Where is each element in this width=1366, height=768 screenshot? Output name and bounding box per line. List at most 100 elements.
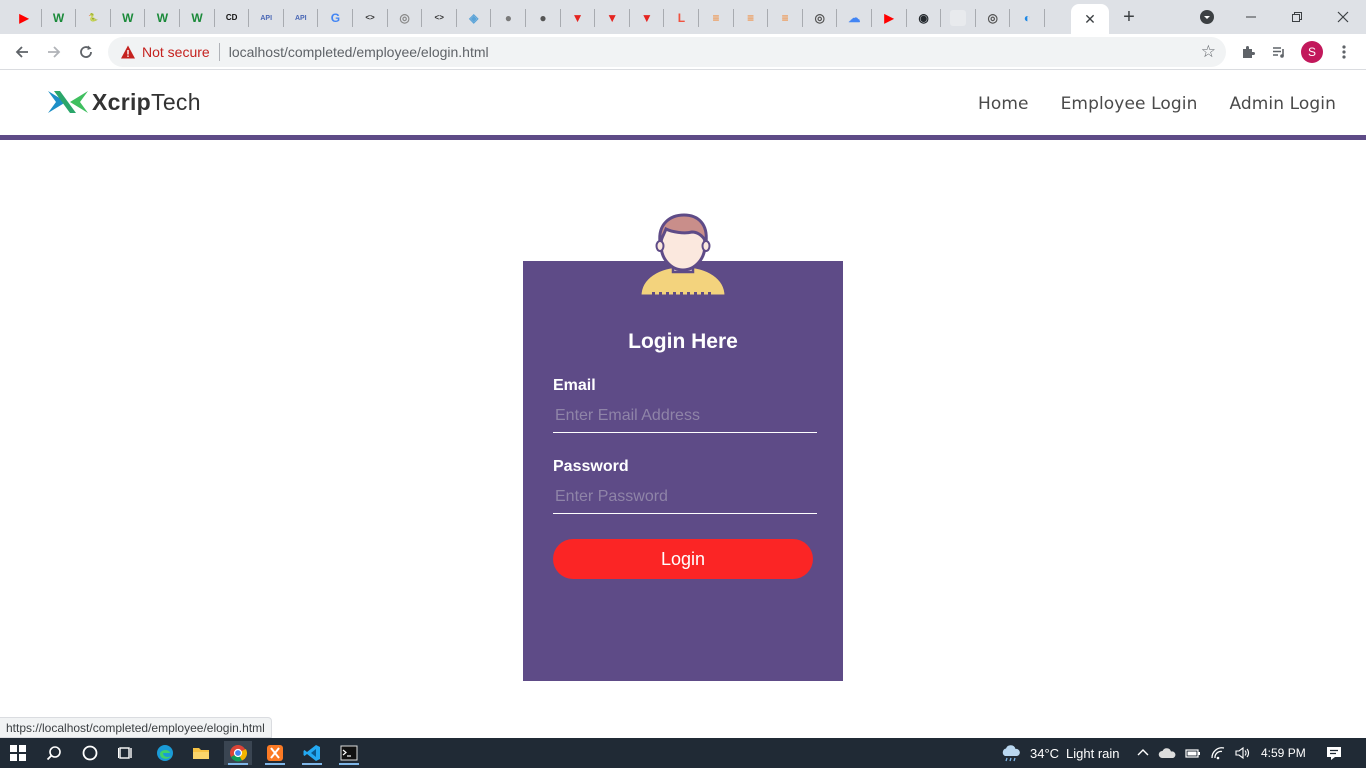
notification-center-button[interactable] [1320, 741, 1348, 765]
browser-tab[interactable]: ≡ [734, 4, 768, 32]
browser-tab[interactable]: ● [526, 4, 560, 32]
close-tab-icon[interactable]: ✕ [1084, 11, 1096, 28]
browser-tab[interactable]: ▶ [872, 4, 906, 32]
browser-tab[interactable]: API [249, 4, 283, 32]
taskbar-chrome[interactable] [224, 741, 252, 765]
browser-tab[interactable]: <> [422, 4, 456, 32]
browser-tab[interactable]: CD [215, 4, 249, 32]
site-nav: Home Employee Login Admin Login [978, 94, 1336, 114]
windows-taskbar: 34°C Light rain 4:59 PM [0, 738, 1366, 768]
email-field[interactable] [553, 399, 817, 433]
browser-tab[interactable]: ▶ [7, 4, 41, 32]
site-header: XcripTech Home Employee Login Admin Logi… [0, 70, 1366, 135]
browser-tab[interactable]: ▼ [595, 4, 629, 32]
battery-icon[interactable] [1184, 746, 1202, 760]
restore-window-button[interactable] [1286, 6, 1308, 28]
back-button[interactable] [10, 40, 34, 64]
browser-tab[interactable]: ◎ [803, 4, 837, 32]
browser-tab[interactable]: API [284, 4, 318, 32]
browser-tab[interactable]: ◈ [457, 4, 491, 32]
xampp-icon [267, 745, 283, 761]
browser-tab[interactable]: W [145, 4, 179, 32]
media-control-button[interactable] [1268, 41, 1290, 63]
onedrive-cloud-icon[interactable] [1158, 746, 1176, 760]
blank-favicon [950, 10, 967, 26]
circle-icon [82, 745, 98, 761]
browser-tab[interactable]: ◎ [976, 4, 1010, 32]
site-logo[interactable]: XcripTech [46, 88, 201, 116]
extensions-button[interactable] [1237, 41, 1259, 63]
browser-tab[interactable]: ≡ [768, 4, 802, 32]
browser-tab[interactable]: ≡ [699, 4, 733, 32]
bookmark-star-icon[interactable]: ☆ [1201, 42, 1216, 62]
login-button[interactable]: Login [553, 539, 813, 579]
browser-tab[interactable]: ● [491, 4, 525, 32]
browser-tab[interactable]: L [664, 4, 698, 32]
security-status[interactable]: Not secure [142, 44, 210, 60]
forward-button[interactable] [42, 40, 66, 64]
browser-tab[interactable] [941, 4, 975, 32]
reload-button[interactable] [74, 40, 98, 64]
browser-tab[interactable]: <> [353, 4, 387, 32]
clock[interactable]: 4:59 PM [1261, 738, 1306, 768]
cloud-favicon: ☁ [848, 11, 861, 25]
taskbar-edge[interactable] [151, 741, 179, 765]
wifi-icon[interactable] [1210, 746, 1226, 760]
code-favicon: <> [434, 13, 444, 22]
browser-tab[interactable]: G [318, 4, 352, 32]
close-window-button[interactable] [1332, 6, 1354, 28]
reload-icon [80, 45, 92, 58]
browser-tab[interactable]: W [180, 4, 214, 32]
weather-widget[interactable]: 34°C Light rain [1000, 738, 1120, 768]
api-favicon: API [294, 14, 307, 22]
address-bar[interactable]: Not secure localhost/completed/employee/… [108, 37, 1226, 67]
logo-text: XcripTech [92, 89, 201, 116]
plus-icon: + [1123, 5, 1135, 28]
browser-tab[interactable]: ▼ [561, 4, 595, 32]
logo-text-bold: Xcrip [92, 88, 152, 115]
url-text[interactable]: localhost/completed/employee/elogin.html [229, 44, 489, 60]
chevron-up-icon[interactable] [1136, 746, 1150, 760]
tab-search-button[interactable] [1196, 6, 1218, 28]
taskbar-xampp[interactable] [261, 741, 289, 765]
arrow-left-icon [15, 46, 28, 58]
v-favicon: ▼ [606, 11, 619, 25]
browser-tab[interactable]: ☁ [837, 4, 871, 32]
browser-tab[interactable]: ◉ [907, 4, 941, 32]
nav-home[interactable]: Home [978, 94, 1029, 114]
chrome-menu-button[interactable] [1333, 41, 1355, 63]
cortana-button[interactable] [76, 741, 104, 765]
browser-tab[interactable]: W [111, 4, 145, 32]
laravel-favicon: L [677, 11, 686, 25]
browser-tab[interactable]: ◎ [388, 4, 422, 32]
task-view-icon [118, 747, 132, 759]
browser-tab[interactable]: W [42, 4, 76, 32]
minimize-window-button[interactable] [1240, 6, 1262, 28]
profile-avatar[interactable]: S [1301, 41, 1323, 63]
edge-icon [157, 745, 173, 761]
running-app-indicator [302, 763, 322, 765]
volume-icon[interactable] [1234, 746, 1250, 760]
browser-tab[interactable]: ◐ [1010, 4, 1044, 32]
shield-favicon: ◈ [469, 11, 479, 25]
password-field[interactable] [553, 480, 817, 514]
w-favicon: W [52, 11, 65, 25]
task-view-button[interactable] [112, 741, 140, 765]
w-favicon: W [156, 11, 169, 25]
nav-employee-login[interactable]: Employee Login [1061, 94, 1198, 114]
taskbar-file-explorer[interactable] [187, 741, 215, 765]
nav-admin-login[interactable]: Admin Login [1229, 94, 1336, 114]
search-button[interactable] [40, 741, 68, 765]
new-tab-button[interactable]: + [1118, 6, 1140, 28]
weather-temperature: 34°C [1030, 745, 1060, 761]
browser-tab[interactable]: ▼ [630, 4, 664, 32]
email-label: Email [553, 377, 596, 394]
browser-tab[interactable]: 🐍 [76, 4, 110, 32]
taskbar-vscode[interactable] [298, 741, 326, 765]
taskbar-terminal[interactable] [335, 741, 363, 765]
start-button[interactable] [4, 741, 32, 765]
arrow-right-icon [48, 46, 61, 58]
active-tab[interactable]: ✕ [1071, 4, 1109, 34]
terminal-icon [340, 745, 358, 761]
puzzle-icon [1243, 46, 1255, 58]
